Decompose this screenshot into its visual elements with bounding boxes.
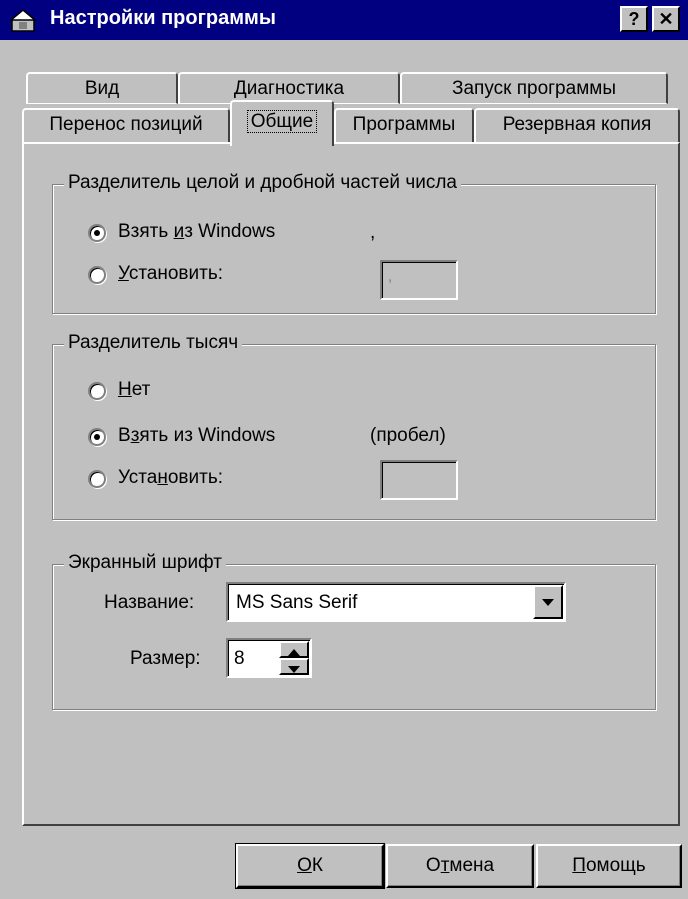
thousands-windows-label[interactable]: Взять из Windows xyxy=(118,425,275,447)
tab-launch-program[interactable]: Запуск программы xyxy=(400,72,668,104)
decimal-set-field[interactable]: , xyxy=(380,260,458,300)
spin-down-button[interactable] xyxy=(279,658,309,675)
cancel-button[interactable]: Отмена xyxy=(386,844,534,888)
chevron-down-icon xyxy=(542,599,554,606)
font-size-value[interactable]: 8 xyxy=(234,648,245,670)
window-title: Настройки программы xyxy=(50,7,276,29)
thousands-set-label[interactable]: Установить: xyxy=(118,467,223,489)
decimal-separator-group xyxy=(52,184,656,314)
decimal-windows-value: , xyxy=(370,222,376,243)
thousands-windows-value: (пробел) xyxy=(370,425,446,446)
font-name-dropdown-button[interactable] xyxy=(533,585,563,619)
decimal-windows-radio[interactable] xyxy=(88,224,106,242)
thousands-set-radio[interactable] xyxy=(88,470,106,488)
arrow-down-icon xyxy=(288,666,300,673)
tab-transfer-positions[interactable]: Перенос позиций xyxy=(22,108,230,142)
tab-view[interactable]: Вид xyxy=(26,72,178,104)
ok-button[interactable]: ОК xyxy=(235,843,385,889)
font-size-label: Размер: xyxy=(130,648,201,669)
spin-up-button[interactable] xyxy=(279,641,309,658)
thousands-separator-legend: Разделитель тысяч xyxy=(64,332,243,354)
thousands-none-label[interactable]: Нет xyxy=(118,379,150,401)
screen-font-legend: Экранный шрифт xyxy=(64,552,226,574)
font-size-spinner[interactable]: 8 xyxy=(226,638,312,678)
tab-general-label: Общие xyxy=(246,110,318,133)
thousands-set-field[interactable] xyxy=(380,460,458,500)
close-title-button[interactable]: ✕ xyxy=(652,6,680,32)
settings-app-icon xyxy=(8,7,38,33)
tab-programs[interactable]: Программы xyxy=(334,108,474,142)
help-button[interactable]: Помощь xyxy=(536,844,682,888)
font-name-label: Название: xyxy=(104,592,195,613)
decimal-separator-legend: Разделитель целой и дробной частей числа xyxy=(64,172,461,194)
font-name-value: MS Sans Serif xyxy=(236,592,358,613)
thousands-windows-radio[interactable] xyxy=(88,428,106,446)
tab-general[interactable]: Общие xyxy=(230,100,334,146)
thousands-none-radio[interactable] xyxy=(88,382,106,400)
tab-backup[interactable]: Резервная копия xyxy=(474,108,680,142)
help-title-button[interactable]: ? xyxy=(620,6,648,32)
decimal-set-radio[interactable] xyxy=(88,266,106,284)
font-name-select[interactable]: MS Sans Serif xyxy=(226,582,566,622)
decimal-set-label[interactable]: Установить: xyxy=(118,263,223,285)
decimal-windows-label[interactable]: Взять из Windows xyxy=(118,221,275,243)
